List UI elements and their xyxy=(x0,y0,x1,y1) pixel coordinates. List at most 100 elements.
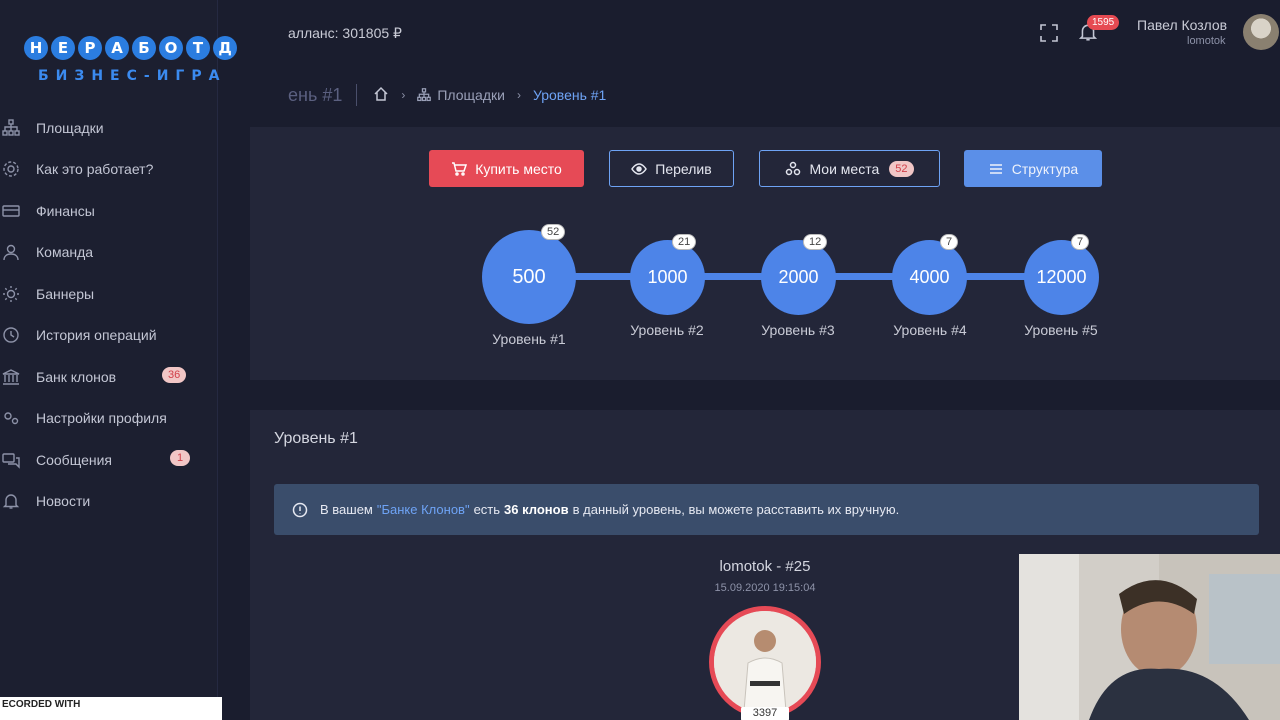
alert-clone-count: 36 клонов xyxy=(504,502,569,517)
level-2-badge: 21 xyxy=(672,234,697,250)
logo-letter: Н xyxy=(24,36,48,60)
member-avatar[interactable] xyxy=(709,606,821,718)
chat-icon xyxy=(0,449,22,471)
sidebar-item-history[interactable]: История операций xyxy=(0,315,218,357)
page-title: ень #1 xyxy=(288,84,343,105)
member-count: 3397 xyxy=(741,707,789,720)
gear-icon xyxy=(0,158,22,180)
level-4-badge: 7 xyxy=(940,234,959,250)
level-1-badge: 52 xyxy=(541,224,566,240)
sidebar-item-messages[interactable]: Сообщения 1 xyxy=(0,439,218,481)
avatar[interactable] xyxy=(1243,14,1279,50)
level-4-label: Уровень #4 xyxy=(893,322,967,338)
level-1-label: Уровень #1 xyxy=(492,331,566,347)
balance: алланс: 301805 ₽ xyxy=(288,25,402,41)
info-icon xyxy=(292,502,308,518)
level-2-label: Уровень #2 xyxy=(630,322,704,338)
breadcrumb-level[interactable]: Уровень #1 xyxy=(533,87,606,103)
level-5-badge: 7 xyxy=(1071,234,1090,250)
home-icon[interactable] xyxy=(373,86,389,105)
level-value: 1000 xyxy=(647,267,688,287)
sidebar-item-label: История операций xyxy=(36,327,157,344)
my-places-badge: 52 xyxy=(889,160,914,177)
button-label: Купить место xyxy=(475,160,562,177)
sitemap-icon xyxy=(417,88,432,102)
level-value: 500 xyxy=(512,265,546,288)
level-2-circle[interactable]: 1000 xyxy=(630,240,705,315)
button-label: Структура xyxy=(1011,160,1079,177)
level-3-circle[interactable]: 2000 xyxy=(761,240,836,315)
card-icon xyxy=(0,200,22,222)
fullscreen-icon[interactable] xyxy=(1040,24,1058,47)
bell-icon xyxy=(0,490,22,512)
logo[interactable]: Н Е Р А Б О Т Д БИЗНЕС-ИГРА xyxy=(24,36,264,96)
logo-subtitle: БИЗНЕС-ИГРА xyxy=(38,68,227,84)
clone-bank-link[interactable]: "Банке Клонов" xyxy=(377,502,470,517)
sidebar-item-label: Как это работает? xyxy=(36,161,154,178)
sun-icon xyxy=(0,283,22,305)
sidebar-item-team[interactable]: Команда xyxy=(0,232,218,274)
share-icon xyxy=(785,161,801,177)
history-icon xyxy=(0,324,22,346)
overflow-button[interactable]: Перелив xyxy=(609,150,734,187)
level-value: 2000 xyxy=(778,267,819,287)
user-name[interactable]: Павел Козлов xyxy=(1137,17,1227,33)
sidebar: Н Е Р А Б О Т Д БИЗНЕС-ИГРА Площадки Как… xyxy=(0,0,237,720)
user-icon xyxy=(0,241,22,263)
logo-letter: Е xyxy=(51,36,75,60)
level-value: 4000 xyxy=(909,267,950,287)
level-5-label: Уровень #5 xyxy=(1024,322,1098,338)
list-icon xyxy=(988,161,1004,177)
sidebar-item-label: Настройки профиля xyxy=(36,410,167,427)
level-5-circle[interactable]: 12000 xyxy=(1024,240,1099,315)
eye-icon xyxy=(631,161,648,177)
user-login: lomotok xyxy=(1187,35,1226,47)
level-1-circle[interactable]: 500 xyxy=(482,230,576,324)
sidebar-item-label: Команда xyxy=(36,244,94,261)
breadcrumb: ень #1 › Площадки › Уровень #1 xyxy=(288,84,606,106)
clone-bank-badge: 36 xyxy=(162,367,187,383)
breadcrumb-places[interactable]: Площадки xyxy=(437,87,505,103)
logo-letter: А xyxy=(105,36,129,60)
logo-letters: Н Е Р А Б О Т Д xyxy=(24,36,264,60)
sidebar-item-clone-bank[interactable]: Банк клонов 36 xyxy=(0,356,218,398)
sidebar-item-banners[interactable]: Баннеры xyxy=(0,273,218,315)
alert-text: есть xyxy=(473,502,501,517)
webcam-overlay xyxy=(1019,554,1280,720)
logo-letter: О xyxy=(159,36,183,60)
buy-place-button[interactable]: Купить место xyxy=(429,150,584,187)
button-label: Перелив xyxy=(655,160,712,177)
sidebar-item-news[interactable]: Новости xyxy=(0,481,218,523)
level-4-circle[interactable]: 4000 xyxy=(892,240,967,315)
structure-button[interactable]: Структура xyxy=(964,150,1102,187)
chevron-right-icon: › xyxy=(516,88,521,102)
logo-letter: Р xyxy=(78,36,102,60)
sidebar-item-label: Новости xyxy=(36,493,91,510)
sidebar-item-label: Баннеры xyxy=(36,285,95,302)
alert-text: В вашем xyxy=(320,502,373,517)
sitemap-icon xyxy=(0,117,22,139)
gears-icon xyxy=(0,407,22,429)
cart-icon xyxy=(451,161,468,177)
level-3-badge: 12 xyxy=(803,234,828,250)
sidebar-item-label: Банк клонов xyxy=(36,368,117,385)
sidebar-item-how-it-works[interactable]: Как это работает? xyxy=(0,149,218,191)
sidebar-item-profile-settings[interactable]: Настройки профиля xyxy=(0,398,218,440)
sidebar-item-label: Финансы xyxy=(36,202,95,219)
level-3-label: Уровень #3 xyxy=(761,322,835,338)
sidebar-item-label: Сообщения xyxy=(36,451,112,468)
chevron-right-icon: › xyxy=(401,88,406,102)
section-title: Уровень #1 xyxy=(274,430,358,447)
sidebar-item-places[interactable]: Площадки xyxy=(0,107,218,149)
my-places-button[interactable]: Мои места 52 xyxy=(759,150,940,187)
button-label: Мои места xyxy=(809,160,880,177)
divider xyxy=(356,84,358,106)
logo-letter: Б xyxy=(132,36,156,60)
logo-letter: Д xyxy=(213,36,237,60)
logo-letter: Т xyxy=(186,36,210,60)
bank-icon xyxy=(0,366,22,388)
messages-badge: 1 xyxy=(170,450,190,466)
notifications-badge: 1595 xyxy=(1087,15,1120,30)
sidebar-item-finance[interactable]: Финансы xyxy=(0,190,218,232)
sidebar-item-label: Площадки xyxy=(36,119,104,136)
